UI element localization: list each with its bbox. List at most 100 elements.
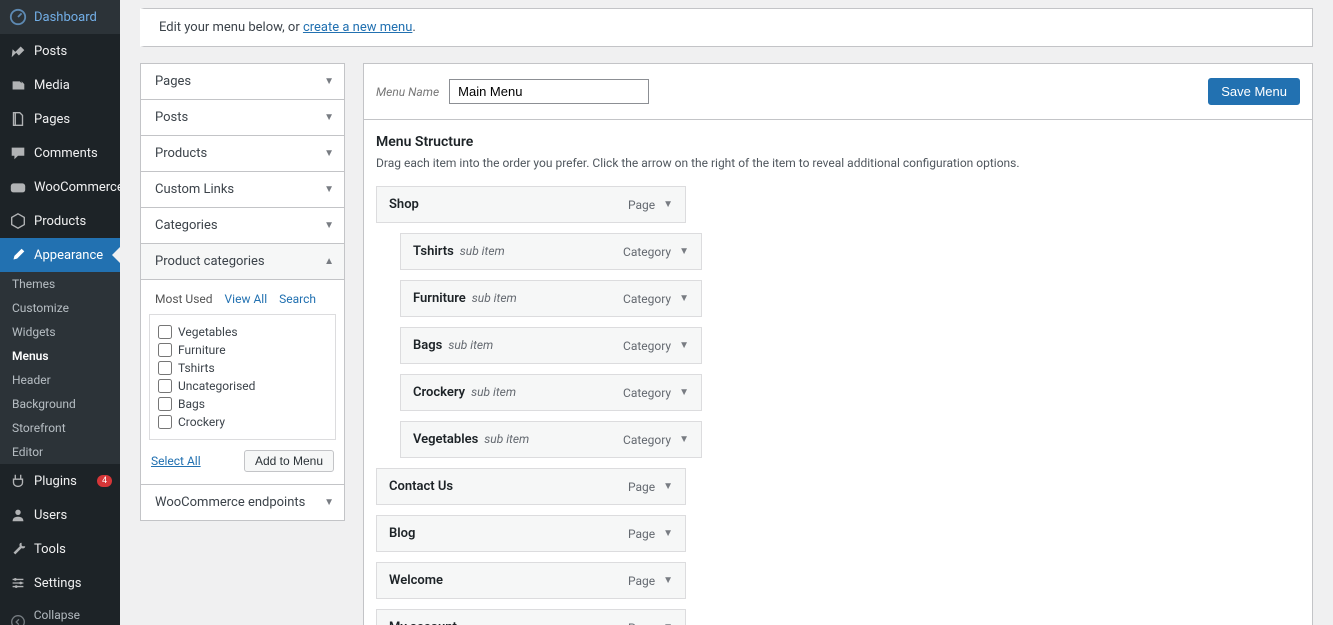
- chevron-down-icon[interactable]: ▼: [663, 199, 673, 210]
- chevron-down-icon[interactable]: ▼: [663, 481, 673, 492]
- sidebar-subitem-menus[interactable]: Menus: [0, 344, 120, 368]
- accordion-header-woocommerce-endpoints[interactable]: WooCommerce endpoints ▼: [141, 485, 344, 520]
- category-row[interactable]: Crockery: [158, 413, 327, 431]
- user-icon: [8, 505, 28, 525]
- accordion-item-pages: Pages ▼: [141, 64, 344, 99]
- chevron-up-icon: ▲: [324, 256, 334, 267]
- woo-icon: [8, 177, 28, 197]
- sidebar-item-posts[interactable]: Posts: [0, 34, 120, 68]
- chevron-down-icon[interactable]: ▼: [679, 387, 689, 398]
- sidebar-item-label: Users: [34, 508, 112, 523]
- category-row[interactable]: Furniture: [158, 341, 327, 359]
- sidebar-item-settings[interactable]: Settings: [0, 566, 120, 600]
- accordion-header-product-categories[interactable]: Product categories ▲: [141, 244, 344, 279]
- menu-item[interactable]: Contact Us Page▼: [376, 468, 686, 505]
- chevron-down-icon[interactable]: ▼: [679, 340, 689, 351]
- notice-suffix: .: [412, 20, 415, 35]
- menu-item[interactable]: Vegetablessub item Category▼: [400, 421, 702, 458]
- sidebar-subitem-themes[interactable]: Themes: [0, 272, 120, 296]
- save-menu-button[interactable]: Save Menu: [1208, 78, 1300, 105]
- accordion-header-products[interactable]: Products ▼: [141, 136, 344, 171]
- sidebar-item-dashboard[interactable]: Dashboard: [0, 0, 120, 34]
- select-all-link[interactable]: Select All: [151, 454, 201, 468]
- sidebar-item-comments[interactable]: Comments: [0, 136, 120, 170]
- accordion-item-custom-links: Custom Links ▼: [141, 171, 344, 207]
- sidebar-item-plugins[interactable]: Plugins 4: [0, 464, 120, 498]
- chevron-down-icon[interactable]: ▼: [679, 293, 689, 304]
- menu-item[interactable]: My account Page▼: [376, 609, 686, 625]
- sidebar-item-label: Tools: [34, 542, 112, 557]
- tab-view-all[interactable]: View All: [225, 292, 268, 306]
- category-row[interactable]: Tshirts: [158, 359, 327, 377]
- menu-item-type: Category: [623, 433, 671, 447]
- edit-menu-notice: Edit your menu below, or create a new me…: [140, 8, 1313, 47]
- menu-item-type: Page: [628, 574, 655, 588]
- category-checkbox[interactable]: [158, 325, 172, 339]
- category-checkbox[interactable]: [158, 415, 172, 429]
- category-label: Crockery: [178, 415, 225, 429]
- menu-item[interactable]: Crockerysub item Category▼: [400, 374, 702, 411]
- sidebar-item-tools[interactable]: Tools: [0, 532, 120, 566]
- menu-item[interactable]: Furnituresub item Category▼: [400, 280, 702, 317]
- accordion-header-categories[interactable]: Categories ▼: [141, 208, 344, 243]
- category-checkbox[interactable]: [158, 361, 172, 375]
- menu-item[interactable]: Shop Page ▼: [376, 186, 686, 223]
- accordion-header-posts[interactable]: Posts ▼: [141, 100, 344, 135]
- main-content: Edit your menu below, or create a new me…: [120, 0, 1333, 625]
- sidebar-subitem-header[interactable]: Header: [0, 368, 120, 392]
- sidebar-item-woocommerce[interactable]: WooCommerce: [0, 170, 120, 204]
- sidebar-item-users[interactable]: Users: [0, 498, 120, 532]
- category-row[interactable]: Bags: [158, 395, 327, 413]
- accordion-label: Posts: [155, 110, 188, 125]
- menu-item[interactable]: Tshirtssub item Category▼: [400, 233, 702, 270]
- menu-header-left: Menu Name: [376, 79, 649, 104]
- sidebar-subitem-storefront[interactable]: Storefront: [0, 416, 120, 440]
- sidebar-item-label: Pages: [34, 112, 112, 127]
- pages-icon: [8, 109, 28, 129]
- collapse-menu-button[interactable]: Collapse menu: [0, 600, 120, 625]
- accordion-item-categories: Categories ▼: [141, 207, 344, 243]
- accordion-header-pages[interactable]: Pages ▼: [141, 64, 344, 99]
- chevron-down-icon[interactable]: ▼: [679, 434, 689, 445]
- chevron-down-icon[interactable]: ▼: [679, 246, 689, 257]
- dashboard-icon: [8, 7, 28, 27]
- sidebar-item-products[interactable]: Products: [0, 204, 120, 238]
- menu-item-type: Category: [623, 292, 671, 306]
- menu-item[interactable]: Welcome Page▼: [376, 562, 686, 599]
- category-checkbox[interactable]: [158, 397, 172, 411]
- category-checkbox[interactable]: [158, 343, 172, 357]
- comment-icon: [8, 143, 28, 163]
- tab-most-used[interactable]: Most Used: [155, 292, 213, 306]
- create-new-menu-link[interactable]: create a new menu: [303, 20, 412, 35]
- sidebar-item-pages[interactable]: Pages: [0, 102, 120, 136]
- chevron-down-icon[interactable]: ▼: [663, 575, 673, 586]
- category-row[interactable]: Vegetables: [158, 323, 327, 341]
- sidebar-subitem-background[interactable]: Background: [0, 392, 120, 416]
- menu-name-input[interactable]: [449, 79, 649, 104]
- menu-item[interactable]: Blog Page▼: [376, 515, 686, 552]
- sidebar-item-label: Media: [34, 78, 112, 93]
- category-row[interactable]: Uncategorised: [158, 377, 327, 395]
- menu-item-label: My account: [389, 620, 457, 625]
- menu-item-type: Page: [628, 480, 655, 494]
- sidebar-item-label: Plugins: [34, 474, 93, 489]
- collapse-label: Collapse menu: [34, 608, 112, 625]
- menu-item-label: Shop: [389, 197, 419, 212]
- accordion-header-custom-links[interactable]: Custom Links ▼: [141, 172, 344, 207]
- menu-item[interactable]: Bagssub item Category▼: [400, 327, 702, 364]
- category-checkbox[interactable]: [158, 379, 172, 393]
- sidebar-subitem-widgets[interactable]: Widgets: [0, 320, 120, 344]
- sidebar-subitem-customize[interactable]: Customize: [0, 296, 120, 320]
- sidebar-item-appearance[interactable]: Appearance: [0, 238, 120, 272]
- brush-icon: [8, 245, 28, 265]
- chevron-down-icon[interactable]: ▼: [663, 528, 673, 539]
- menu-structure-heading: Menu Structure: [376, 134, 1300, 150]
- add-to-menu-button[interactable]: Add to Menu: [244, 450, 334, 472]
- admin-sidebar: Dashboard Posts Media Pages Comments Woo…: [0, 0, 120, 625]
- menu-item-type: Page: [628, 198, 655, 212]
- menu-item-label: Furniture: [413, 291, 466, 306]
- sidebar-subitem-editor[interactable]: Editor: [0, 440, 120, 464]
- accordion-label: WooCommerce endpoints: [155, 495, 305, 510]
- sidebar-item-media[interactable]: Media: [0, 68, 120, 102]
- tab-search[interactable]: Search: [279, 292, 316, 306]
